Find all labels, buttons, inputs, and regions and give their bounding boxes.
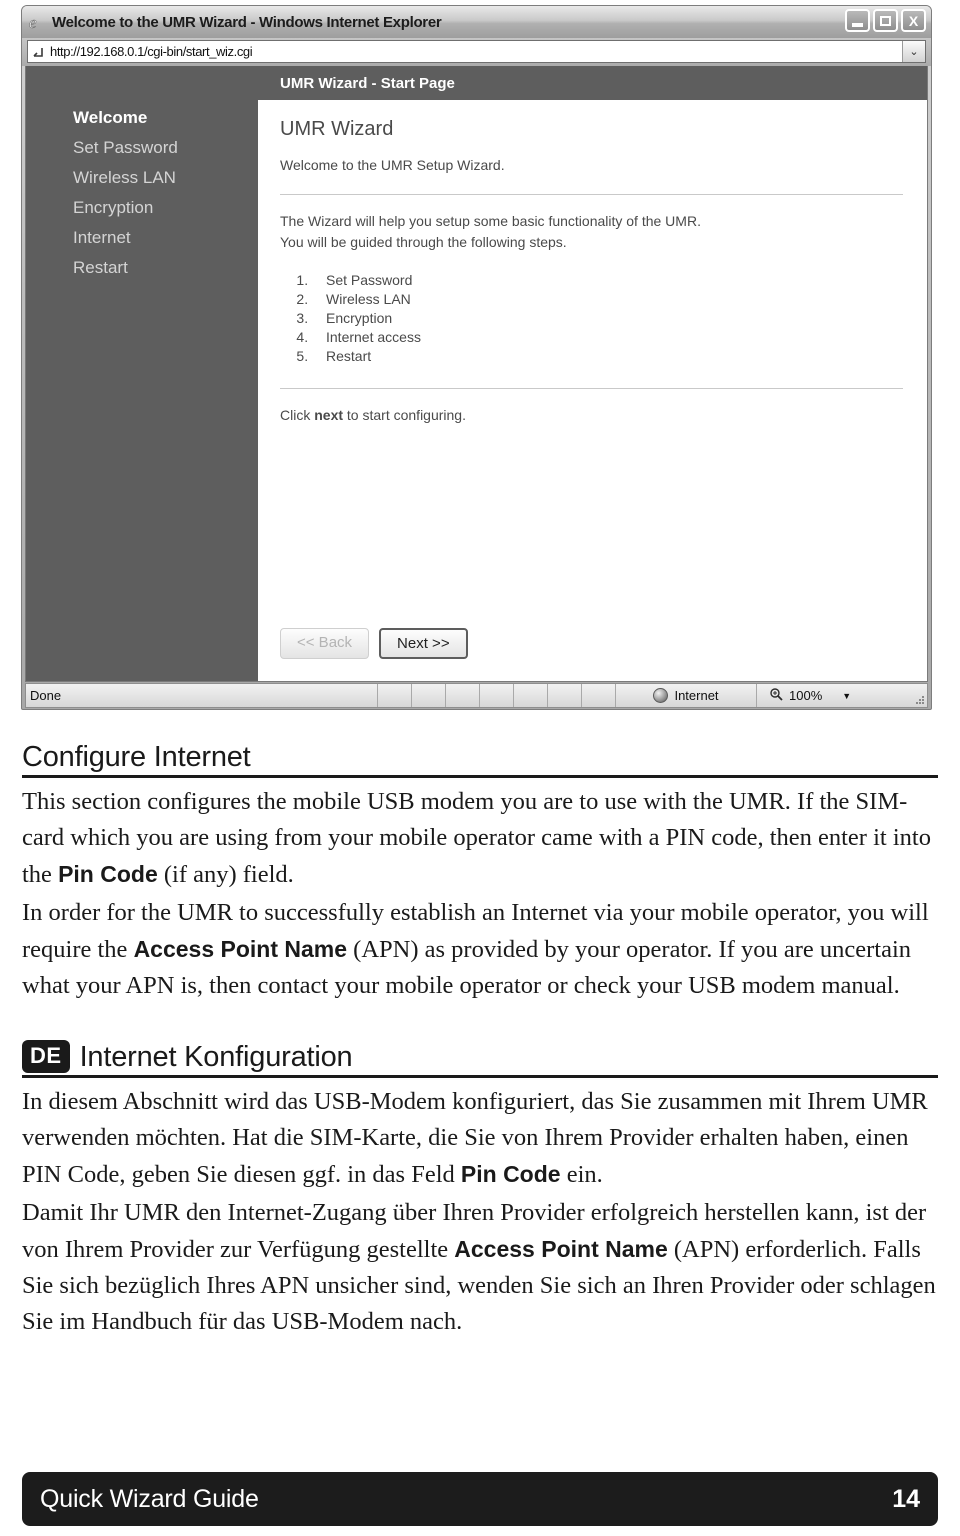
list-item: Internet access xyxy=(312,328,903,347)
wizard-body: UMR Wizard Welcome to the UMR Setup Wiza… xyxy=(258,100,927,426)
sidebar-item-wireless-lan[interactable]: Wireless LAN xyxy=(26,163,258,193)
list-item: Encryption xyxy=(312,309,903,328)
zoom-control[interactable]: 100% ▼ xyxy=(757,684,907,707)
close-icon: X xyxy=(908,12,919,29)
paragraph-text: (if any) field. xyxy=(157,861,294,888)
minimize-button[interactable] xyxy=(845,9,870,32)
close-button[interactable]: X xyxy=(901,9,926,32)
address-dropdown-icon[interactable]: ⌄ xyxy=(902,41,925,62)
browser-titlebar: e Welcome to the UMR Wizard - Windows In… xyxy=(22,6,931,38)
zoom-magnifier-icon xyxy=(769,687,783,704)
paragraph-de-1: In diesem Abschnitt wird das USB-Modem k… xyxy=(22,1084,938,1193)
wizard-button-row: << Back Next >> xyxy=(280,628,468,659)
paragraph-en-1: This section configures the mobile USB m… xyxy=(22,784,938,893)
statusbar-segment xyxy=(582,684,616,707)
term-access-point-name-de: Access Point Name xyxy=(454,1236,668,1262)
security-zone-indicator[interactable]: Internet xyxy=(616,684,757,707)
sidebar-item-restart[interactable]: Restart xyxy=(26,253,258,283)
statusbar-segment xyxy=(514,684,548,707)
wizard-heading: UMR Wizard xyxy=(280,118,394,140)
back-button[interactable]: << Back xyxy=(280,628,370,659)
status-text: Done xyxy=(26,684,378,707)
resize-grip-icon[interactable] xyxy=(907,684,927,707)
divider-bottom xyxy=(280,388,903,389)
footer-page-number: 14 xyxy=(892,1484,920,1513)
click-next-suffix: to start configuring. xyxy=(343,407,466,423)
address-bar[interactable]: http://192.168.0.1/cgi-bin/start_wiz.cgi… xyxy=(27,40,926,63)
sidebar-item-encryption[interactable]: Encryption xyxy=(26,193,258,223)
page-icon xyxy=(28,45,50,59)
minimize-icon xyxy=(852,22,863,27)
statusbar-segment xyxy=(446,684,480,707)
paragraph-text: ein. xyxy=(560,1161,603,1188)
wizard-intro-text: Welcome to the UMR Setup Wizard. xyxy=(280,157,505,173)
list-item: Restart xyxy=(312,347,903,366)
ie-logo-icon: e xyxy=(28,12,48,32)
statusbar-segment xyxy=(480,684,514,707)
wizard-page-header: UMR Wizard - Start Page xyxy=(258,66,927,100)
sidebar-item-welcome[interactable]: Welcome xyxy=(26,103,258,133)
page-title: Configure Internet xyxy=(22,741,251,773)
click-next-prefix: Click xyxy=(280,407,315,423)
document-content: Configure Internet This section configur… xyxy=(22,740,938,1342)
sidebar-item-set-password[interactable]: Set Password xyxy=(26,133,258,163)
click-next-emphasis: next xyxy=(314,407,344,423)
term-access-point-name: Access Point Name xyxy=(133,936,348,962)
page-footer: Quick Wizard Guide 14 xyxy=(22,1472,938,1526)
wizard-description-line1: The Wizard will help you setup some basi… xyxy=(280,213,701,229)
statusbar-segment xyxy=(378,684,412,707)
web-page-viewport: Welcome Set Password Wireless LAN Encryp… xyxy=(25,66,928,682)
browser-title: Welcome to the UMR Wizard - Windows Inte… xyxy=(52,13,442,31)
divider-top xyxy=(280,194,903,195)
next-button[interactable]: Next >> xyxy=(379,628,468,659)
term-pin-code-de: Pin Code xyxy=(460,1161,561,1187)
wizard-steps-list: Set Password Wireless LAN Encryption Int… xyxy=(280,271,903,366)
page-title-de: Internet Konfiguration xyxy=(79,1041,353,1073)
maximize-icon xyxy=(880,15,891,26)
paragraph-de-2: Damit Ihr UMR den Internet-Zugang über I… xyxy=(22,1195,938,1340)
maximize-button[interactable] xyxy=(873,9,898,32)
globe-icon xyxy=(653,688,669,703)
security-zone-label: Internet xyxy=(674,688,719,703)
section-header-de: DE Internet Konfiguration xyxy=(22,1040,938,1078)
list-item: Wireless LAN xyxy=(312,290,903,309)
address-bar-row: http://192.168.0.1/cgi-bin/start_wiz.cgi… xyxy=(22,38,931,66)
address-url-text[interactable]: http://192.168.0.1/cgi-bin/start_wiz.cgi xyxy=(50,44,902,59)
wizard-sidebar: Welcome Set Password Wireless LAN Encryp… xyxy=(26,66,258,681)
wizard-click-next-text: Click next to start configuring. xyxy=(280,405,903,426)
wizard-main-panel: UMR Wizard - Start Page UMR Wizard Welco… xyxy=(258,66,927,681)
browser-window: e Welcome to the UMR Wizard - Windows In… xyxy=(21,5,932,710)
term-pin-code: Pin Code xyxy=(58,861,158,887)
zoom-level-label: 100% xyxy=(789,688,823,703)
list-item: Set Password xyxy=(312,271,903,290)
section-header-en: Configure Internet xyxy=(22,740,938,778)
wizard-header-title: UMR Wizard - Start Page xyxy=(280,74,455,92)
language-badge-de: DE xyxy=(22,1040,70,1073)
footer-title: Quick Wizard Guide xyxy=(40,1484,259,1513)
svg-text:e: e xyxy=(29,13,37,32)
sidebar-item-internet[interactable]: Internet xyxy=(26,223,258,253)
statusbar-segment xyxy=(412,684,446,707)
wizard-description-line2: You will be guided through the following… xyxy=(280,234,567,250)
statusbar-segment xyxy=(548,684,582,707)
window-controls: X xyxy=(845,9,926,32)
paragraph-en-2: In order for the UMR to successfully est… xyxy=(22,895,938,1004)
zoom-dropdown-icon[interactable]: ▼ xyxy=(842,691,851,701)
browser-statusbar: Done Internet 100% ▼ xyxy=(25,683,928,708)
